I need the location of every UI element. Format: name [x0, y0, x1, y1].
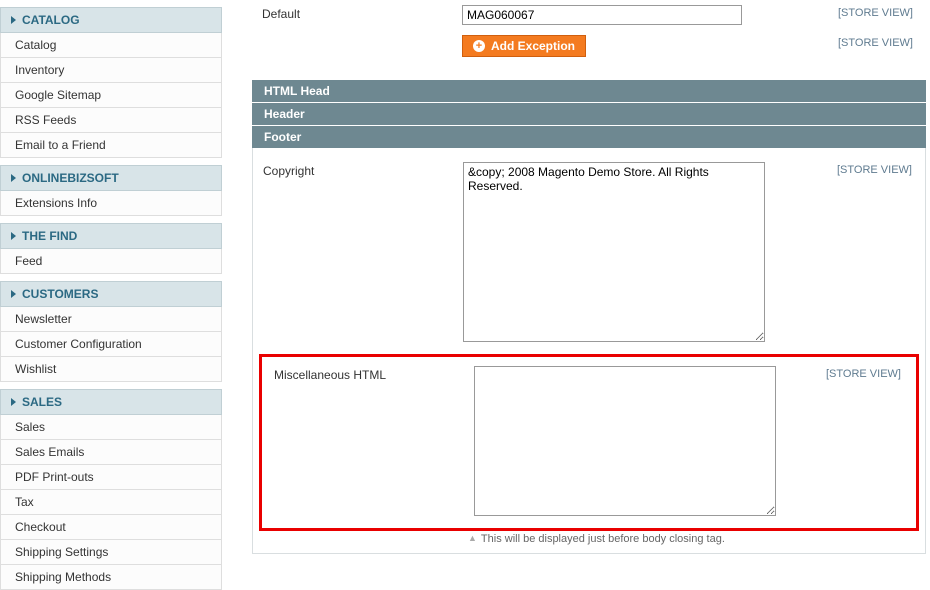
- sidebar-group-label: ONLINEBIZSOFT: [22, 171, 119, 185]
- sidebar-group-customers[interactable]: CUSTOMERS: [0, 281, 222, 307]
- hint-text: This will be displayed just before body …: [481, 533, 725, 545]
- sidebar-item-newsletter[interactable]: Newsletter: [0, 307, 222, 332]
- misc-html-row: Miscellaneous HTML [STORE VIEW]: [264, 361, 914, 524]
- triangle-up-icon: ▲: [468, 533, 477, 543]
- sidebar-item-feed[interactable]: Feed: [0, 249, 222, 274]
- sidebar-group-label: CUSTOMERS: [22, 287, 98, 301]
- sidebar-group-label: THE FIND: [22, 229, 77, 243]
- sidebar-item-extensions-info[interactable]: Extensions Info: [0, 191, 222, 216]
- footer-panel: Copyright [STORE VIEW] Miscellaneous HTM…: [252, 148, 926, 554]
- default-input[interactable]: [462, 5, 742, 25]
- add-exception-label: Add Exception: [491, 39, 575, 53]
- accordion-header[interactable]: Header: [252, 103, 926, 125]
- sidebar-item-google-sitemap[interactable]: Google Sitemap: [0, 83, 222, 108]
- misc-html-label: Miscellaneous HTML: [274, 366, 474, 382]
- sidebar-item-sales-emails[interactable]: Sales Emails: [0, 440, 222, 465]
- sidebar-item-shipping-settings[interactable]: Shipping Settings: [0, 540, 222, 565]
- sidebar-item-catalog[interactable]: Catalog: [0, 33, 222, 58]
- sidebar-group-onlinebizsoft[interactable]: ONLINEBIZSOFT: [0, 165, 222, 191]
- copyright-label: Copyright: [263, 162, 463, 178]
- scope-label: [STORE VIEW]: [825, 162, 915, 176]
- sidebar: CATALOG Catalog Inventory Google Sitemap…: [0, 0, 222, 590]
- triangle-icon: [11, 398, 16, 406]
- default-row: Default [STORE VIEW]: [252, 0, 926, 30]
- copyright-textarea[interactable]: [463, 162, 765, 342]
- sidebar-group-sales[interactable]: SALES: [0, 389, 222, 415]
- sidebar-item-rss-feeds[interactable]: RSS Feeds: [0, 108, 222, 133]
- triangle-icon: [11, 174, 16, 182]
- accordion-html-head[interactable]: HTML Head: [252, 80, 926, 102]
- sidebar-item-email-friend[interactable]: Email to a Friend: [0, 133, 222, 158]
- triangle-icon: [11, 232, 16, 240]
- misc-html-textarea[interactable]: [474, 366, 776, 516]
- main-panel: Default [STORE VIEW] + Add Exception [ST…: [222, 0, 930, 590]
- highlight-box: Miscellaneous HTML [STORE VIEW]: [259, 354, 919, 531]
- sidebar-group-label: CATALOG: [22, 13, 80, 27]
- sidebar-item-sales[interactable]: Sales: [0, 415, 222, 440]
- sidebar-item-shipping-methods[interactable]: Shipping Methods: [0, 565, 222, 590]
- sidebar-group-thefind[interactable]: THE FIND: [0, 223, 222, 249]
- scope-label: [STORE VIEW]: [826, 5, 916, 19]
- accordion-footer[interactable]: Footer: [252, 126, 926, 148]
- default-label: Default: [262, 5, 462, 21]
- scope-label: [STORE VIEW]: [826, 35, 916, 49]
- sidebar-group-catalog[interactable]: CATALOG: [0, 7, 222, 33]
- sidebar-item-pdf-printouts[interactable]: PDF Print-outs: [0, 465, 222, 490]
- sidebar-item-tax[interactable]: Tax: [0, 490, 222, 515]
- sidebar-item-checkout[interactable]: Checkout: [0, 515, 222, 540]
- sidebar-group-label: SALES: [22, 395, 62, 409]
- triangle-icon: [11, 16, 16, 24]
- triangle-icon: [11, 290, 16, 298]
- sidebar-item-inventory[interactable]: Inventory: [0, 58, 222, 83]
- add-exception-button[interactable]: + Add Exception: [462, 35, 586, 57]
- copyright-row: Copyright [STORE VIEW]: [253, 148, 925, 350]
- plus-icon: +: [473, 40, 485, 52]
- scope-label: [STORE VIEW]: [814, 366, 904, 380]
- add-exception-row: + Add Exception [STORE VIEW]: [252, 30, 926, 62]
- misc-html-hint: ▲ This will be displayed just before bod…: [253, 533, 925, 545]
- sidebar-item-wishlist[interactable]: Wishlist: [0, 357, 222, 382]
- sidebar-item-customer-config[interactable]: Customer Configuration: [0, 332, 222, 357]
